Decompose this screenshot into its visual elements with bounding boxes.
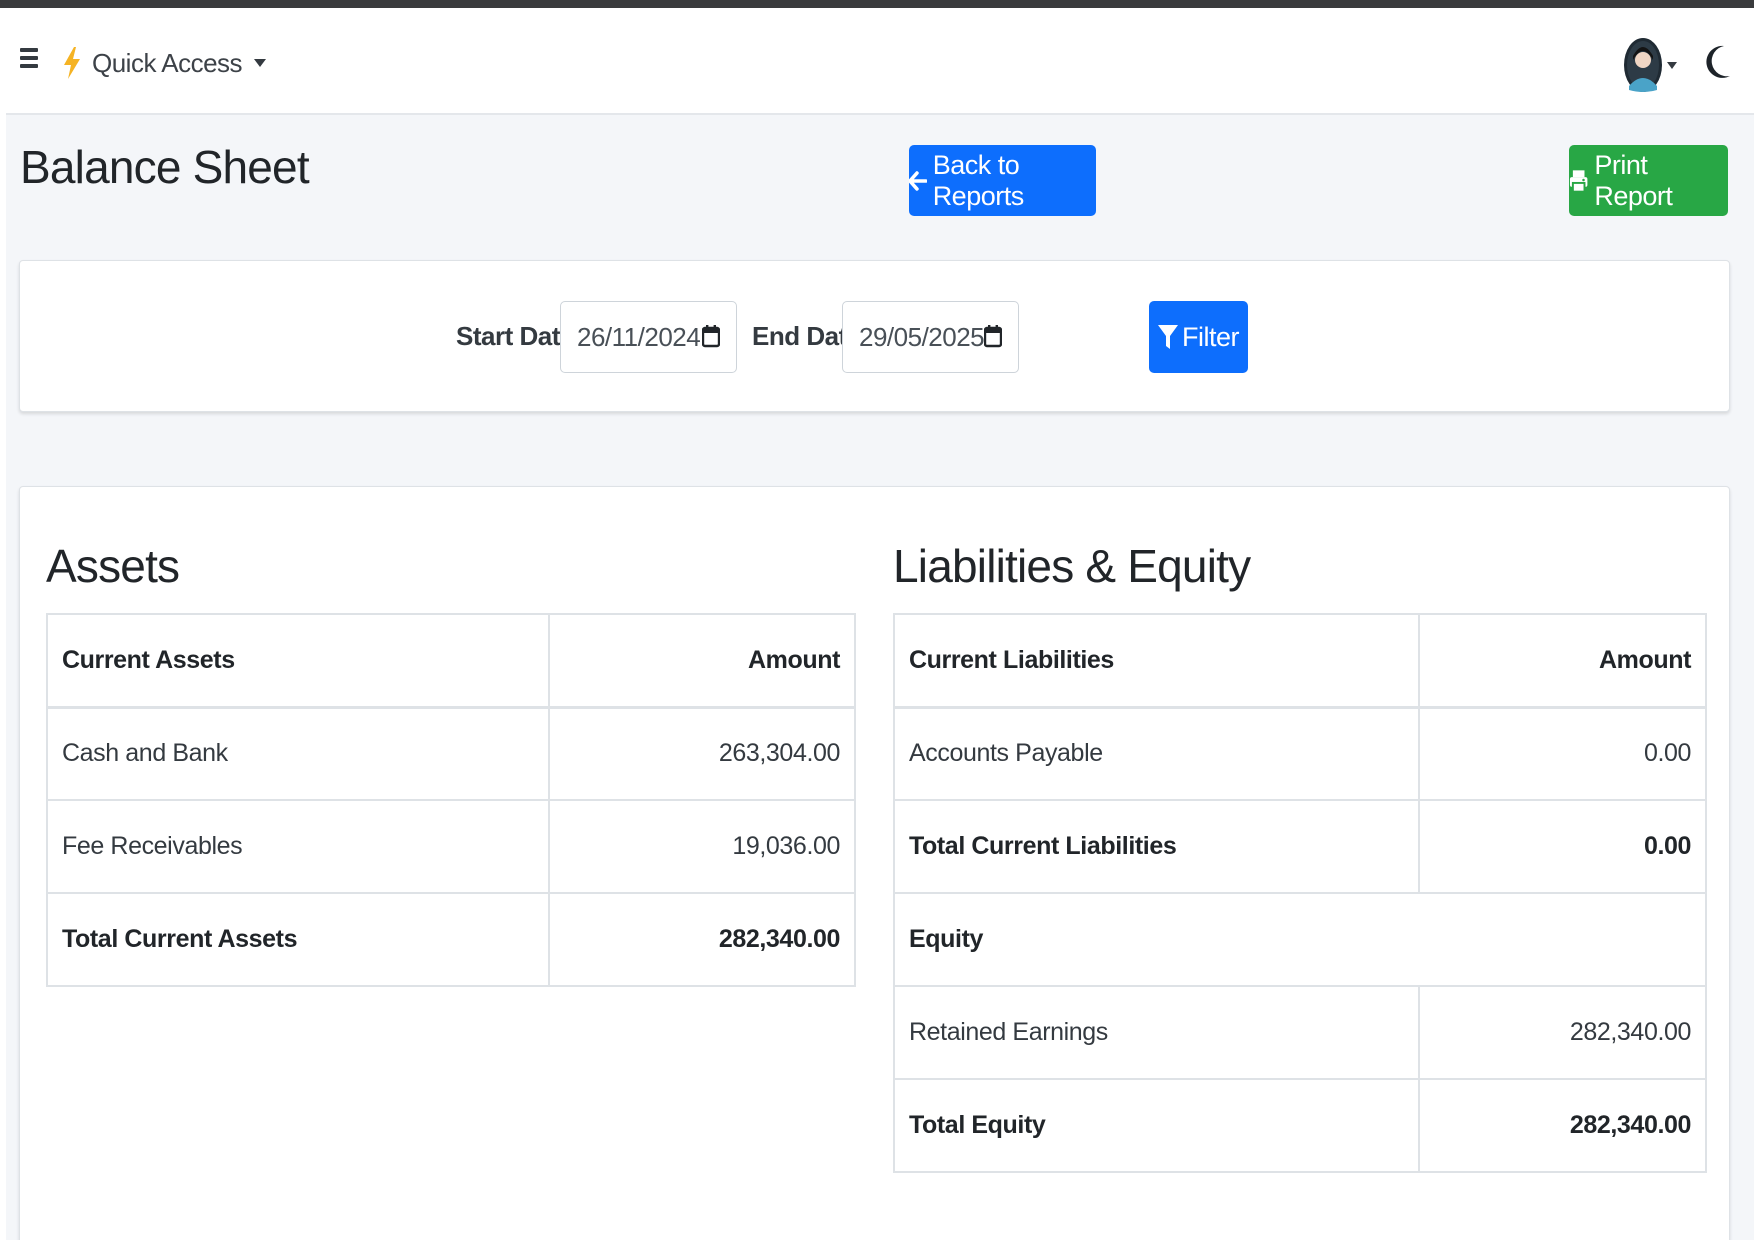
arrow-left-icon <box>909 170 927 191</box>
back-to-reports-label: Back to Reports <box>932 149 1025 211</box>
quick-access-dropdown[interactable]: Quick Access <box>62 47 267 79</box>
calendar-icon[interactable] <box>702 324 720 348</box>
row-amount: 263,304.00 <box>548 706 856 801</box>
row-amount: 0.00 <box>1418 706 1707 801</box>
filter-button[interactable]: Filter <box>1149 301 1248 373</box>
row-label: Fee Receivables <box>46 799 550 894</box>
app-frame: Quick Access Balance Sheet Back to Repor… <box>6 8 1754 1240</box>
row-amount: 282,340.00 <box>1418 985 1707 1080</box>
print-report-label: Print Report <box>1594 149 1673 211</box>
start-date-value: 26/11/2024 <box>577 321 701 352</box>
caret-down-icon <box>1667 61 1677 69</box>
table-row: Retained Earnings 282,340.00 <box>893 985 1707 1080</box>
table-header-row: Current Liabilities Amount <box>893 613 1707 709</box>
column-header-amount: Amount <box>1418 613 1707 709</box>
total-row: Total Equity 282,340.00 <box>893 1078 1707 1173</box>
row-amount: 19,036.00 <box>548 799 856 894</box>
date-filter-card: Start Date: 26/11/2024 End Date: 29/05/2… <box>19 260 1730 412</box>
balance-sheet-card: Assets Current Assets Amount Cash and Ba… <box>19 486 1730 1240</box>
start-date-input[interactable]: 26/11/2024 <box>560 301 737 373</box>
top-navbar: Quick Access <box>6 8 1754 115</box>
window-top-strip <box>0 0 1754 8</box>
page-title: Balance Sheet <box>20 141 310 193</box>
row-label: Retained Earnings <box>893 985 1420 1080</box>
avatar-icon <box>1624 38 1662 92</box>
caret-down-icon <box>254 59 267 67</box>
equity-label: Equity <box>893 892 1707 987</box>
table-row: Accounts Payable 0.00 <box>893 706 1707 801</box>
hamburger-icon[interactable] <box>20 48 38 70</box>
liabilities-equity-table: Current Liabilities Amount Accounts Paya… <box>893 613 1707 1173</box>
column-header-current-liabilities: Current Liabilities <box>893 613 1420 709</box>
back-to-reports-button[interactable]: Back to Reports <box>909 145 1096 216</box>
column-header-current-assets: Current Assets <box>46 613 550 709</box>
assets-title: Assets <box>46 540 180 592</box>
end-date-value: 29/05/2025 <box>859 321 985 352</box>
printer-icon <box>1569 169 1588 193</box>
assets-table: Current Assets Amount Cash and Bank 263,… <box>46 613 856 987</box>
table-row: Fee Receivables 19,036.00 <box>46 799 856 894</box>
row-label: Cash and Bank <box>46 706 550 801</box>
moon-icon[interactable] <box>1704 44 1734 80</box>
print-report-button[interactable]: Print Report <box>1569 145 1728 216</box>
quick-access-label: Quick Access <box>92 47 243 78</box>
total-amount: 282,340.00 <box>1418 1078 1707 1173</box>
total-row: Total Current Assets 282,340.00 <box>46 892 856 987</box>
bolt-icon <box>64 47 80 79</box>
end-date-input[interactable]: 29/05/2025 <box>842 301 1019 373</box>
liabilities-equity-title: Liabilities & Equity <box>893 540 1251 592</box>
total-label: Total Current Assets <box>46 892 550 987</box>
row-label: Accounts Payable <box>893 706 1420 801</box>
user-menu[interactable] <box>1623 35 1677 95</box>
calendar-icon[interactable] <box>984 324 1002 348</box>
total-label: Total Equity <box>893 1078 1420 1173</box>
table-row: Cash and Bank 263,304.00 <box>46 706 856 801</box>
total-label: Total Current Liabilities <box>893 799 1420 894</box>
equity-section-row: Equity <box>893 892 1707 987</box>
filter-label: Filter <box>1182 321 1240 352</box>
total-amount: 282,340.00 <box>548 892 856 987</box>
table-header-row: Current Assets Amount <box>46 613 856 709</box>
total-amount: 0.00 <box>1418 799 1707 894</box>
filter-icon <box>1158 325 1178 349</box>
column-header-amount: Amount <box>548 613 856 709</box>
total-row: Total Current Liabilities 0.00 <box>893 799 1707 894</box>
